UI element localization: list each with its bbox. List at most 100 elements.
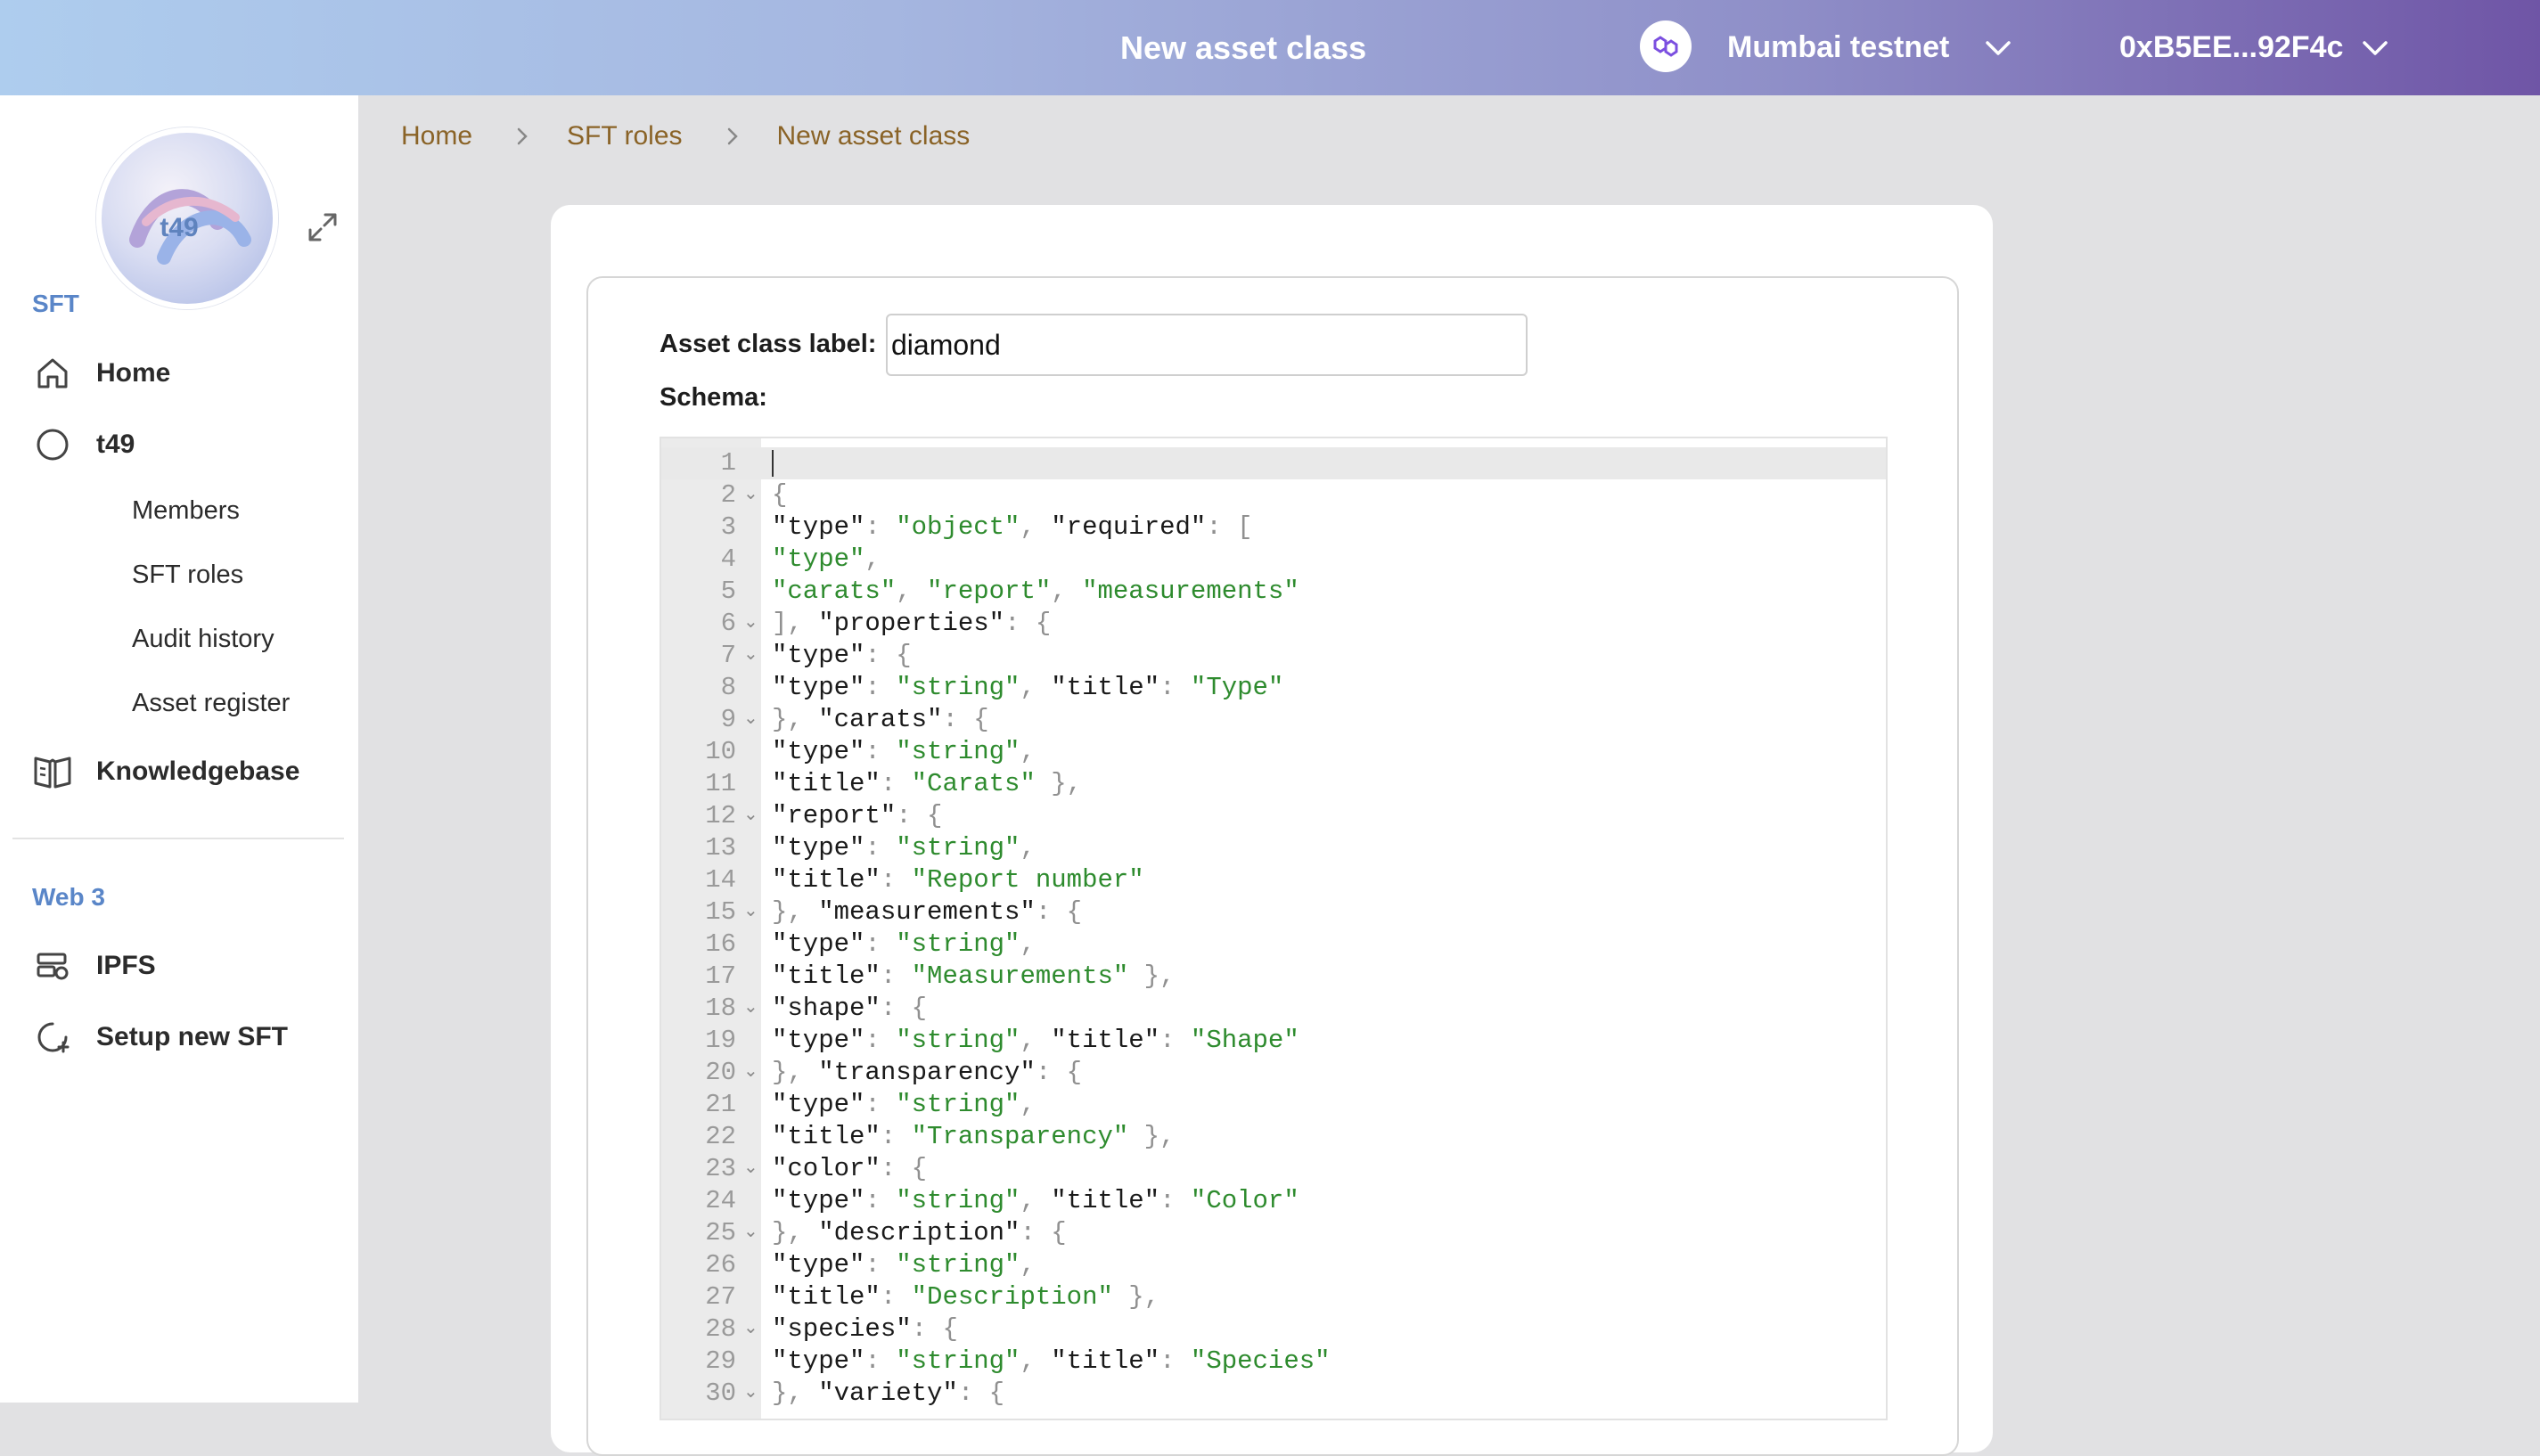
code-line[interactable]: 14 "title": "Report number" xyxy=(661,864,1886,896)
sidebar-item-t49[interactable]: t49 xyxy=(32,422,135,467)
fold-chevron-icon[interactable]: ⌄ xyxy=(743,479,758,511)
line-number: 8 xyxy=(720,673,736,702)
code-text: "type": "string", xyxy=(772,737,1036,766)
sidebar-item-home[interactable]: Home xyxy=(32,351,170,396)
code-line[interactable]: 8 "type": "string", "title": "Type" xyxy=(661,672,1886,704)
sidebar-item-sft-roles[interactable]: SFT roles xyxy=(132,560,243,590)
page-title: New asset class xyxy=(1120,29,1367,66)
schema-code-editor[interactable]: 1 2 ⌄{3 "type": "object", "required": [4 "ty… xyxy=(660,437,1888,1420)
code-line[interactable]: 15 ⌄}, "measurements": { xyxy=(661,896,1886,928)
line-number: 10 xyxy=(705,737,736,766)
code-line[interactable]: 29 "type": "string", "title": "Species" xyxy=(661,1346,1886,1378)
code-line[interactable]: 4 "type", xyxy=(661,544,1886,576)
line-number: 26 xyxy=(705,1250,736,1280)
code-line[interactable]: 25 ⌄ }, "description": { xyxy=(661,1217,1886,1249)
code-line[interactable]: 24 "type": "string", "title": "Color" xyxy=(661,1185,1886,1217)
line-number: 9 xyxy=(720,705,736,734)
code-line[interactable]: 26 "type": "string", xyxy=(661,1249,1886,1281)
code-text: "type": "string", "title": "Type" xyxy=(772,673,1284,702)
sidebar-item-ipfs[interactable]: IPFS xyxy=(32,944,156,988)
code-line[interactable]: 3 "type": "object", "required": [ xyxy=(661,511,1886,544)
code-text: }, "description": { xyxy=(772,1218,1067,1247)
sidebar-item-label: Home xyxy=(96,358,171,388)
fold-chevron-icon[interactable]: ⌄ xyxy=(743,1057,758,1089)
code-line[interactable]: 30 ⌄}, "variety": { xyxy=(661,1378,1886,1410)
home-icon xyxy=(32,353,73,394)
code-line[interactable]: 27 "title": "Description" }, xyxy=(661,1281,1886,1313)
code-line[interactable]: 12 ⌄ "report": { xyxy=(661,800,1886,832)
line-number: 1 xyxy=(720,448,736,478)
chevron-right-icon xyxy=(727,127,738,145)
line-number: 25 xyxy=(705,1218,736,1247)
code-line[interactable]: 11 "title": "Carats" }, xyxy=(661,768,1886,800)
line-number: 23 xyxy=(705,1154,736,1183)
fold-chevron-icon[interactable]: ⌄ xyxy=(743,1378,758,1410)
code-text: }, "variety": { xyxy=(772,1378,1005,1408)
fold-chevron-icon[interactable]: ⌄ xyxy=(743,640,758,672)
fold-chevron-icon[interactable]: ⌄ xyxy=(743,896,758,928)
code-text: "type": "string", "title": "Color" xyxy=(772,1186,1299,1215)
line-number: 2 xyxy=(720,480,736,510)
code-line[interactable]: 19 "type": "string", "title": "Shape" xyxy=(661,1025,1886,1057)
line-number: 4 xyxy=(720,544,736,574)
fold-chevron-icon[interactable]: ⌄ xyxy=(743,800,758,832)
asset-class-label-input[interactable] xyxy=(886,314,1528,376)
line-number: 20 xyxy=(705,1058,736,1087)
breadcrumb-home[interactable]: Home xyxy=(401,121,472,151)
code-text: { xyxy=(772,480,788,510)
code-text: "type", xyxy=(772,544,881,574)
sidebar-item-label: t49 xyxy=(96,429,135,459)
code-line[interactable]: 2 ⌄ { xyxy=(661,479,1886,511)
code-line[interactable]: 23 ⌄ "color": { xyxy=(661,1153,1886,1185)
fold-chevron-icon[interactable]: ⌄ xyxy=(743,993,758,1025)
line-number: 16 xyxy=(705,929,736,959)
sidebar-item-asset-register[interactable]: Asset register xyxy=(132,689,290,718)
code-line[interactable]: 5 "carats", "report", "measurements" xyxy=(661,576,1886,608)
code-line[interactable]: 22 "title": "Transparency" }, xyxy=(661,1121,1886,1153)
code-text: "report": { xyxy=(772,801,943,830)
ipfs-icon xyxy=(32,945,73,986)
code-line[interactable]: 10 "type": "string", xyxy=(661,736,1886,768)
sidebar-item-knowledgebase[interactable]: Knowledgebase xyxy=(32,749,299,794)
fold-chevron-icon[interactable]: ⌄ xyxy=(743,1313,758,1346)
fold-chevron-icon[interactable]: ⌄ xyxy=(743,1217,758,1249)
code-line[interactable]: 28 ⌄ "species": { xyxy=(661,1313,1886,1346)
sidebar-item-members[interactable]: Members xyxy=(132,496,240,526)
code-text: "type": "string", xyxy=(772,1090,1036,1119)
polygon-icon xyxy=(1640,20,1692,72)
account-selector[interactable]: 0xB5EE...92F4c xyxy=(2119,0,2343,95)
code-line[interactable]: 6 ⌄], "properties": { xyxy=(661,608,1886,640)
line-number: 13 xyxy=(705,833,736,863)
code-line[interactable]: 1 xyxy=(661,447,1886,479)
code-line[interactable]: 7 ⌄ "type": { xyxy=(661,640,1886,672)
fold-chevron-icon[interactable]: ⌄ xyxy=(743,1153,758,1185)
line-number: 19 xyxy=(705,1026,736,1055)
code-line[interactable]: 17 "title": "Measurements" }, xyxy=(661,961,1886,993)
breadcrumb-sft-roles[interactable]: SFT roles xyxy=(567,121,682,151)
section-heading-web3: Web 3 xyxy=(32,883,105,911)
line-number: 18 xyxy=(705,994,736,1023)
code-line[interactable]: 9 ⌄}, "carats": { xyxy=(661,704,1886,736)
code-line[interactable]: 21 "type": "string", xyxy=(661,1089,1886,1121)
line-number: 17 xyxy=(705,961,736,991)
code-line[interactable]: 16 "type": "string", xyxy=(661,928,1886,961)
chevron-down-icon[interactable] xyxy=(2359,32,2391,64)
sidebar-item-setup-new-sft[interactable]: Setup new SFT xyxy=(32,1015,288,1059)
book-icon xyxy=(32,751,73,792)
fold-chevron-icon[interactable]: ⌄ xyxy=(743,704,758,736)
code-text: "title": "Report number" xyxy=(772,865,1144,895)
line-number: 11 xyxy=(705,769,736,798)
code-line[interactable]: 20 ⌄}, "transparency": { xyxy=(661,1057,1886,1089)
code-text: "title": "Carats" }, xyxy=(772,769,1083,798)
divider xyxy=(12,838,344,839)
code-text: "type": "string", xyxy=(772,833,1036,863)
code-line[interactable]: 13 "type": "string", xyxy=(661,832,1886,864)
sidebar-item-audit-history[interactable]: Audit history xyxy=(132,625,274,654)
code-text: "type": "object", "required": [ xyxy=(772,512,1253,542)
fold-chevron-icon[interactable]: ⌄ xyxy=(743,608,758,640)
chevron-down-icon[interactable] xyxy=(1982,32,2014,64)
code-line[interactable]: 18 ⌄ "shape": { xyxy=(661,993,1886,1025)
sidebar: t49 SFT Home t49 Members SFT roles Audit… xyxy=(0,95,358,1403)
line-number: 7 xyxy=(720,641,736,670)
network-selector[interactable]: Mumbai testnet xyxy=(1727,0,1949,95)
